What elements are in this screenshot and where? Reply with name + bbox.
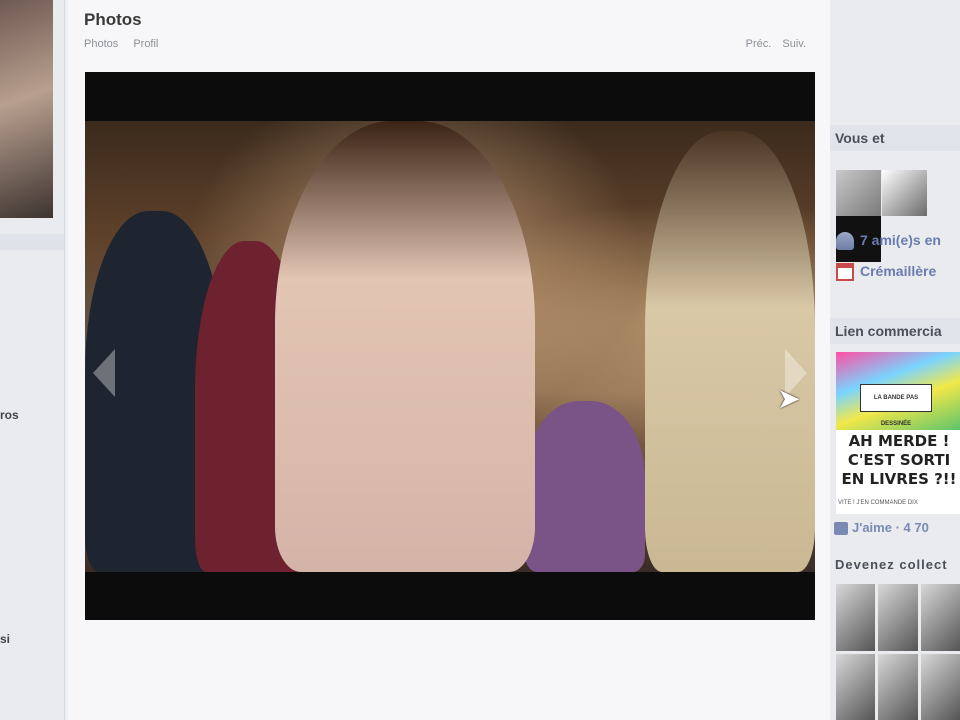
collect-header: Devenez collect (835, 557, 948, 572)
ad-text: AH MERDE ! C'EST SORTI EN LIVRES ?!! (838, 432, 960, 489)
like-button[interactable]: J'aime · 4 70 (834, 520, 929, 536)
subnav-profile-link[interactable]: Profil (133, 38, 158, 50)
photo-pager: Préc. Suiv. (738, 38, 806, 50)
collage-thumbnail (878, 653, 918, 720)
left-sidebar: ros si (0, 0, 65, 720)
prev-photo-arrow-icon[interactable] (93, 349, 115, 397)
sponsored-header: Lien commercia (830, 318, 960, 344)
collage-thumbnail (836, 653, 876, 720)
ad-small-text: VITE ! J'EN COMMANDE DIX (838, 500, 918, 506)
next-link[interactable]: Suiv. (782, 38, 806, 50)
subnav-photos-link[interactable]: Photos (84, 38, 118, 50)
prev-link[interactable]: Préc. (746, 38, 772, 50)
photo-figure (525, 401, 645, 572)
page-title: Photos (84, 10, 142, 29)
mutual-friends-link[interactable]: 7 ami(e)s en (836, 232, 941, 251)
photo-viewer: ➤ (85, 72, 815, 620)
sidebar-item[interactable]: ros (0, 408, 19, 422)
you-and-header: Vous et (830, 125, 960, 151)
ad-line: EN LIVRES ?!! (841, 470, 957, 488)
like-label: J'aime (852, 520, 892, 535)
photo-collage[interactable] (836, 584, 960, 720)
collage-thumbnail (836, 584, 876, 651)
breadcrumb: Photos Profil (84, 38, 170, 50)
mutual-friends-text: 7 ami(e)s en (860, 232, 941, 248)
ad-line: AH MERDE ! (848, 432, 950, 450)
mutual-friends-thumbnails (836, 170, 960, 262)
photo-image[interactable]: ➤ (85, 121, 815, 572)
collage-thumbnail (920, 653, 960, 720)
ad-line: C'EST SORTI (847, 451, 951, 469)
profile-picture[interactable] (0, 0, 53, 218)
friends-icon (836, 232, 854, 251)
ad-badge: LA BANDE PAS DESSINÉE (860, 384, 932, 427)
calendar-icon (836, 263, 854, 282)
sidebar-item[interactable]: si (0, 632, 10, 646)
sponsored-ad[interactable]: LA BANDE PAS DESSINÉE AH MERDE ! C'EST S… (836, 352, 960, 514)
event-link[interactable]: Crémaillère (836, 263, 937, 282)
ad-banner-image: LA BANDE PAS DESSINÉE (836, 352, 960, 430)
like-count: 4 70 (903, 520, 929, 535)
main-panel: Photos Photos Profil Préc. Suiv. ➤ (68, 0, 830, 720)
thumbs-up-icon (834, 522, 848, 536)
friend-avatar[interactable] (882, 170, 927, 216)
collage-thumbnail (878, 584, 918, 651)
sidebar-divider (0, 234, 64, 250)
photo-figure (275, 121, 535, 572)
right-sidebar: Vous et 7 ami(e)s en Crémaillère Lien co… (830, 0, 960, 720)
mouse-cursor-icon: ➤ (777, 383, 801, 414)
collage-thumbnail (920, 584, 960, 651)
event-text: Crémaillère (860, 263, 937, 279)
friend-avatar[interactable] (836, 170, 881, 216)
